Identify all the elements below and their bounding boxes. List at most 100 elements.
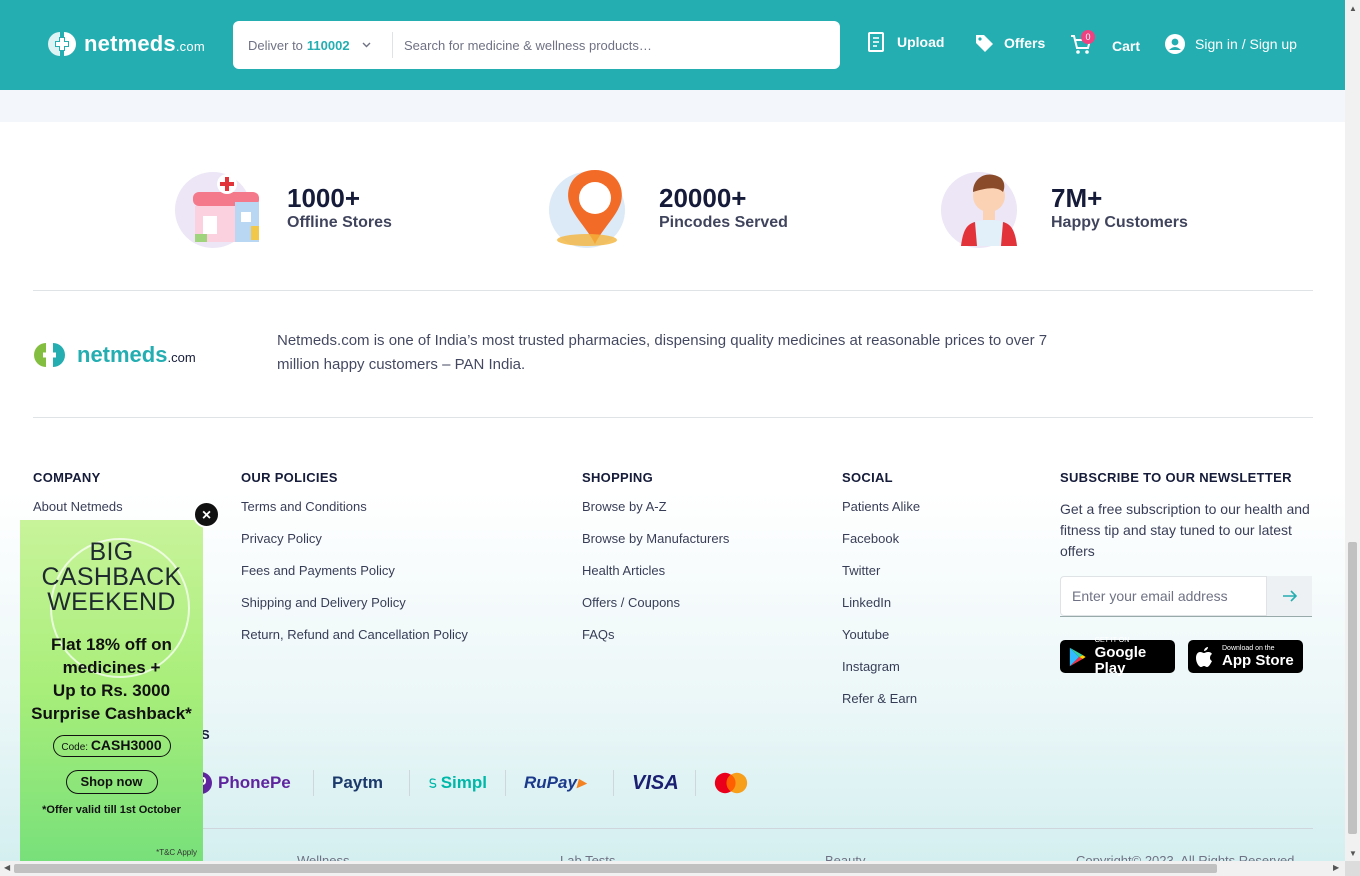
newsletter-description: Get a free subscription to our health an… xyxy=(1060,501,1310,559)
column-title: SOCIAL xyxy=(842,470,893,485)
logo-text: netmeds.com xyxy=(84,31,205,56)
badge-big-text: App Store xyxy=(1222,651,1294,669)
footer-link[interactable]: Browse by A-Z xyxy=(582,499,729,531)
visa-label: VISA xyxy=(632,771,679,794)
divider xyxy=(33,828,1313,829)
phonepe-logo: PhonePe xyxy=(190,770,314,796)
payment-partners: PhonePe Paytm Simpl RuPay ▸ VISA xyxy=(190,770,766,796)
google-play-badge[interactable]: GET IT ON Google Play xyxy=(1060,637,1175,676)
stat-label: Happy Customers xyxy=(1051,214,1188,231)
scroll-down-icon[interactable]: ▼ xyxy=(1349,849,1357,858)
chevron-down-icon xyxy=(362,40,371,51)
scrollbar-corner xyxy=(1345,861,1360,876)
footer-link[interactable]: Twitter xyxy=(842,563,920,595)
footer-link[interactable]: Patients Alike xyxy=(842,499,920,531)
promo-terms: *T&C Apply xyxy=(156,848,197,857)
footer-link[interactable]: FAQs xyxy=(582,627,729,659)
footer-link[interactable]: Refer & Earn xyxy=(842,691,920,723)
stat-number: 7M+ xyxy=(1051,183,1103,213)
paytm-label: Paytm xyxy=(332,773,384,792)
simpl-logo: Simpl xyxy=(410,770,506,796)
upload-button[interactable]: Upload xyxy=(867,32,944,52)
promo-shop-now-button[interactable]: Shop now xyxy=(65,770,158,794)
column-title: COMPANY xyxy=(33,470,101,485)
app-store-badges: GET IT ON Google Play Download on the Ap… xyxy=(1060,637,1320,676)
vertical-scrollbar[interactable]: ▲ ▼ xyxy=(1345,0,1360,876)
newsletter-form xyxy=(1060,576,1312,617)
divider xyxy=(33,290,1313,291)
promo-validity: *Offer valid till 1st October xyxy=(42,804,181,816)
apple-icon xyxy=(1196,646,1212,667)
scrollbar-thumb[interactable] xyxy=(14,864,1217,873)
cashback-promo-popup[interactable]: BIG CASHBACK WEEKEND Flat 18% off on med… xyxy=(20,520,203,861)
footer-link[interactable]: Health Articles xyxy=(582,563,729,595)
stat-number: 20000+ xyxy=(659,183,747,213)
stat-label: Offline Stores xyxy=(287,214,392,231)
close-icon[interactable]: × xyxy=(193,501,220,528)
stat-label: Pincodes Served xyxy=(659,214,788,231)
footer-link[interactable]: Return, Refund and Cancellation Policy xyxy=(241,627,468,659)
netmeds-logo-icon xyxy=(46,30,78,58)
cart-label: Cart xyxy=(1112,37,1141,54)
google-play-icon xyxy=(1069,647,1086,666)
stat-pincodes: 20000+ Pincodes Served xyxy=(547,166,788,250)
footer-link[interactable]: Instagram xyxy=(842,659,920,691)
footer-link[interactable]: Shipping and Delivery Policy xyxy=(241,595,468,627)
horizontal-scrollbar[interactable]: ◀ ▶ xyxy=(0,861,1345,876)
visa-logo: VISA xyxy=(614,770,696,796)
stat-customers: 7M+ Happy Customers xyxy=(939,166,1188,250)
footer-link[interactable]: Terms and Conditions xyxy=(241,499,468,531)
app-store-badge[interactable]: Download on the App Store xyxy=(1188,640,1303,673)
shopping-column: SHOPPING Browse by A-Z Browse by Manufac… xyxy=(582,470,729,659)
upload-label: Upload xyxy=(897,34,945,50)
scroll-right-icon[interactable]: ▶ xyxy=(1333,863,1339,872)
phonepe-label: PhonePe xyxy=(218,773,291,792)
search-input[interactable] xyxy=(404,37,824,53)
offers-tag-icon xyxy=(976,35,993,52)
search-bar: Deliver to 110002 xyxy=(233,21,840,69)
footer-link[interactable]: Browse by Manufacturers xyxy=(582,531,729,563)
arrow-right-icon xyxy=(1282,590,1297,602)
cart-button[interactable]: 0 Cart xyxy=(1070,30,1141,58)
offers-button[interactable]: Offers xyxy=(974,33,1045,53)
mastercard-logo xyxy=(696,770,766,796)
footer-link[interactable]: LinkedIn xyxy=(842,595,920,627)
store-icon xyxy=(175,172,259,248)
user-account-icon xyxy=(1165,34,1185,54)
footer-link[interactable]: Privacy Policy xyxy=(241,531,468,563)
footer-netmeds-logo[interactable]: netmeds.com xyxy=(33,342,196,368)
rupay-label: RuPay xyxy=(524,773,577,792)
newsletter-column: SUBSCRIBE TO OUR NEWSLETTER Get a free s… xyxy=(1060,470,1320,676)
promo-heading: BIG CASHBACK WEEKEND xyxy=(41,538,182,616)
stat-offline-stores: 1000+ Offline Stores xyxy=(175,166,392,250)
footer-link[interactable]: Fees and Payments Policy xyxy=(241,563,468,595)
newsletter-email-input[interactable] xyxy=(1060,576,1267,616)
social-column: SOCIAL Patients Alike Facebook Twitter L… xyxy=(842,470,920,723)
mastercard-icon xyxy=(714,772,748,794)
cart-count-badge: 0 xyxy=(1081,30,1095,44)
stat-number: 1000+ xyxy=(287,183,361,213)
scrollbar-thumb[interactable] xyxy=(1348,542,1357,834)
about-description: Netmeds.com is one of India’s most trust… xyxy=(277,332,1048,373)
deliver-to-selector[interactable]: Deliver to 110002 xyxy=(233,32,393,58)
footer-link[interactable]: Facebook xyxy=(842,531,920,563)
badge-big-text: Google Play xyxy=(1094,643,1147,677)
simpl-label: Simpl xyxy=(440,773,487,792)
netmeds-logo[interactable]: netmeds.com xyxy=(46,30,205,58)
footer-link[interactable]: Youtube xyxy=(842,627,920,659)
column-title: SUBSCRIBE TO OUR NEWSLETTER xyxy=(1060,470,1292,485)
deliver-to-label: Deliver to xyxy=(248,37,303,53)
offers-label: Offers xyxy=(1004,35,1046,51)
simpl-icon xyxy=(429,778,437,788)
footer-logo-text: netmeds.com xyxy=(77,342,196,367)
signin-button[interactable]: Sign in / Sign up xyxy=(1165,34,1297,54)
promo-code: Code: CASH3000 xyxy=(52,735,171,757)
scroll-up-icon[interactable]: ▲ xyxy=(1349,4,1357,13)
footer-link[interactable]: Offers / Coupons xyxy=(582,595,729,627)
scroll-left-icon[interactable]: ◀ xyxy=(4,863,10,872)
pincode-value: 110002 xyxy=(306,37,350,53)
divider xyxy=(33,417,1313,418)
customer-icon xyxy=(941,172,1017,248)
column-title: OUR POLICIES xyxy=(241,470,338,485)
newsletter-submit-button[interactable] xyxy=(1267,576,1312,616)
